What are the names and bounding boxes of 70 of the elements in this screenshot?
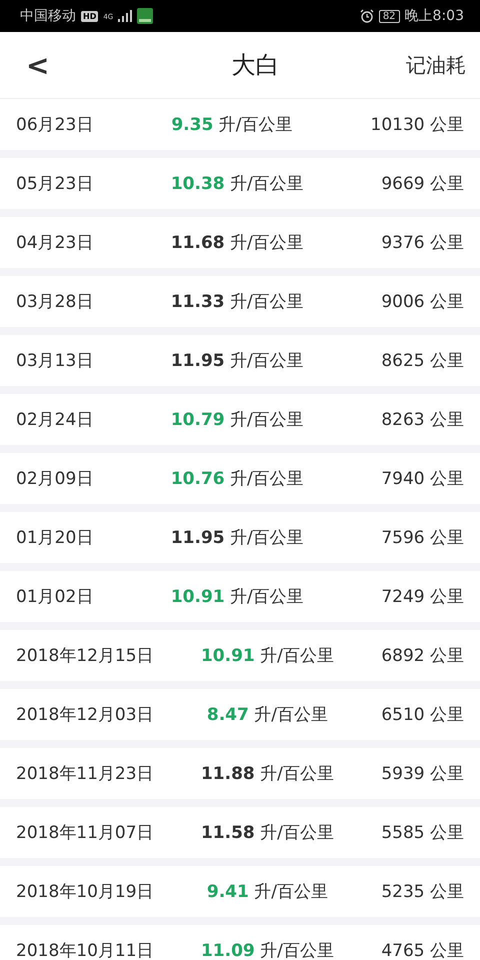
fuel-consumption: 11.33 升/百公里 [170, 291, 304, 313]
back-button[interactable]: < [20, 48, 56, 82]
fuel-consumption: 11.95 升/百公里 [170, 350, 304, 372]
record-date: 01月02日 [16, 586, 94, 608]
odometer-reading: 5585 公里 [381, 822, 464, 844]
odometer-reading: 7596 公里 [381, 527, 464, 549]
record-row[interactable]: 02月09日 10.76 升/百公里 7940 公里 [0, 453, 480, 504]
record-date: 2018年10月19日 [16, 881, 154, 903]
fuel-consumption: 11.88 升/百公里 [200, 763, 334, 785]
record-date: 2018年12月15日 [16, 645, 154, 667]
record-row[interactable]: 03月13日 11.95 升/百公里 8625 公里 [0, 335, 480, 386]
record-date: 03月13日 [16, 350, 94, 372]
record-row[interactable]: 2018年11月07日 11.58 升/百公里 5585 公里 [0, 807, 480, 858]
record-row[interactable]: 2018年10月11日 11.09 升/百公里 4765 公里 [0, 925, 480, 960]
carrier-name: 中国移动 [20, 7, 76, 25]
fuel-consumption: 11.95 升/百公里 [170, 527, 304, 549]
record-row[interactable]: 2018年12月15日 10.91 升/百公里 6892 公里 [0, 630, 480, 681]
fuel-consumption: 10.76 升/百公里 [170, 468, 304, 490]
record-row[interactable]: 04月23日 11.68 升/百公里 9376 公里 [0, 217, 480, 268]
record-date: 2018年11月23日 [16, 763, 154, 785]
odometer-reading: 6510 公里 [381, 704, 464, 726]
record-row[interactable]: 2018年10月19日 9.41 升/百公里 5235 公里 [0, 866, 480, 917]
fuel-consumption: 10.91 升/百公里 [170, 586, 304, 608]
fuel-consumption: 9.35 升/百公里 [171, 114, 292, 136]
odometer-reading: 7249 公里 [381, 586, 464, 608]
odometer-reading: 7940 公里 [381, 468, 464, 490]
fuel-consumption: 11.68 升/百公里 [170, 232, 304, 254]
record-row[interactable]: 03月28日 11.33 升/百公里 9006 公里 [0, 276, 480, 327]
fuel-consumption: 10.91 升/百公里 [200, 645, 334, 667]
signal-icon [118, 10, 132, 22]
record-date: 02月09日 [16, 468, 94, 490]
record-row[interactable]: 2018年12月03日 8.47 升/百公里 6510 公里 [0, 689, 480, 740]
fuel-consumption: 8.47 升/百公里 [206, 704, 328, 726]
record-date: 2018年10月11日 [16, 940, 154, 960]
fuel-consumption: 11.58 升/百公里 [200, 822, 334, 844]
record-date: 03月28日 [16, 291, 94, 313]
record-row[interactable]: 06月23日 9.35 升/百公里 10130 公里 [0, 99, 480, 150]
odometer-reading: 9376 公里 [381, 232, 464, 254]
odometer-reading: 5939 公里 [381, 763, 464, 785]
hd-badge: HD [81, 10, 98, 22]
odometer-reading: 9669 公里 [381, 173, 464, 195]
fuel-consumption: 11.09 升/百公里 [200, 940, 334, 960]
app-icon [137, 8, 154, 24]
alarm-icon [360, 9, 374, 23]
odometer-reading: 6892 公里 [381, 645, 464, 667]
odometer-reading: 4765 公里 [381, 940, 464, 960]
record-date: 01月20日 [16, 527, 94, 549]
clock: 晚上8:03 [404, 7, 464, 25]
odometer-reading: 8263 公里 [381, 409, 464, 431]
odometer-reading: 8625 公里 [381, 350, 464, 372]
record-date: 02月24日 [16, 409, 94, 431]
odometer-reading: 5235 公里 [381, 881, 464, 903]
record-date: 2018年12月03日 [16, 704, 154, 726]
fuel-consumption: 10.79 升/百公里 [170, 409, 304, 431]
battery-indicator: 82 [378, 10, 400, 22]
record-row[interactable]: 01月20日 11.95 升/百公里 7596 公里 [0, 512, 480, 563]
page-title: 大白 [232, 50, 280, 81]
record-date: 04月23日 [16, 232, 94, 254]
record-row[interactable]: 01月02日 10.91 升/百公里 7249 公里 [0, 571, 480, 622]
record-row[interactable]: 02月24日 10.79 升/百公里 8263 公里 [0, 394, 480, 445]
record-date: 05月23日 [16, 173, 94, 195]
record-date: 06月23日 [16, 114, 94, 136]
record-date: 2018年11月07日 [16, 822, 154, 844]
log-fuel-button[interactable]: 记油耗 [406, 52, 466, 78]
record-row[interactable]: 05月23日 10.38 升/百公里 9669 公里 [0, 158, 480, 209]
record-row[interactable]: 2018年11月23日 11.88 升/百公里 5939 公里 [0, 748, 480, 799]
odometer-reading: 9006 公里 [381, 291, 464, 313]
odometer-reading: 10130 公里 [370, 114, 464, 136]
fuel-consumption: 10.38 升/百公里 [170, 173, 304, 195]
fuel-consumption: 9.41 升/百公里 [206, 881, 328, 903]
